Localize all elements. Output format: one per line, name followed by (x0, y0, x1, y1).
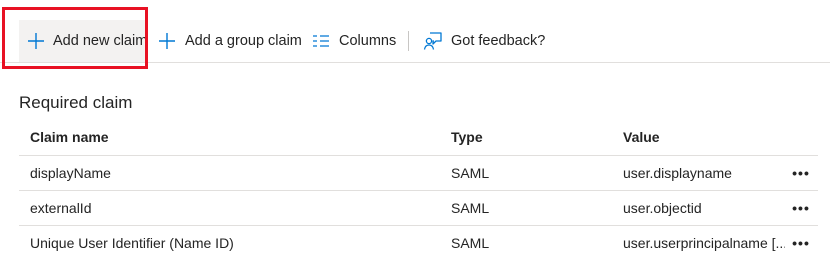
add-group-claim-button[interactable]: Add a group claim (157, 20, 302, 62)
claim-name-cell[interactable]: displayName (30, 156, 440, 190)
claim-type-cell: SAML (451, 165, 490, 181)
more-options-icon[interactable]: ••• (787, 226, 815, 257)
feedback-person-icon (423, 31, 443, 51)
claim-name-cell[interactable]: Unique User Identifier (Name ID) (30, 226, 440, 257)
claim-type-cell: SAML (451, 200, 490, 216)
columns-icon (311, 31, 331, 51)
claim-value-cell: user.userprincipalname [... (623, 235, 785, 251)
claims-table: Claim name Type Value displayName SAML u… (19, 118, 818, 257)
more-options-icon[interactable]: ••• (787, 191, 815, 225)
got-feedback-button[interactable]: Got feedback? (423, 20, 545, 62)
toolbar-divider (408, 31, 409, 51)
column-header-type[interactable]: Type (451, 118, 611, 155)
more-options-icon[interactable]: ••• (787, 156, 815, 190)
column-header-value[interactable]: Value (623, 118, 785, 155)
table-row[interactable]: externalId SAML user.objectid ••• (19, 191, 818, 226)
command-bar: Add new claim Add a group claim Columns (0, 0, 830, 69)
columns-label: Columns (339, 33, 397, 49)
column-header-claim-name[interactable]: Claim name (30, 118, 440, 155)
table-row[interactable]: Unique User Identifier (Name ID) SAML us… (19, 226, 818, 257)
claim-value-cell: user.displayname (623, 165, 732, 181)
table-header-row: Claim name Type Value (19, 118, 818, 156)
add-new-claim-label: Add new claim (53, 33, 148, 49)
add-group-claim-label: Add a group claim (185, 33, 302, 49)
section-title: Required claim (19, 93, 133, 112)
claim-name-cell[interactable]: externalId (30, 191, 440, 225)
table-row[interactable]: displayName SAML user.displayname ••• (19, 156, 818, 191)
claim-type-cell: SAML (451, 235, 490, 251)
plus-icon (27, 31, 45, 51)
got-feedback-label: Got feedback? (451, 33, 546, 49)
columns-button[interactable]: Columns (311, 20, 396, 62)
page: Add new claim Add a group claim Columns (0, 0, 830, 257)
add-new-claim-button[interactable]: Add new claim (19, 20, 148, 62)
claim-value-cell: user.objectid (623, 200, 702, 216)
plus-icon (157, 31, 177, 51)
